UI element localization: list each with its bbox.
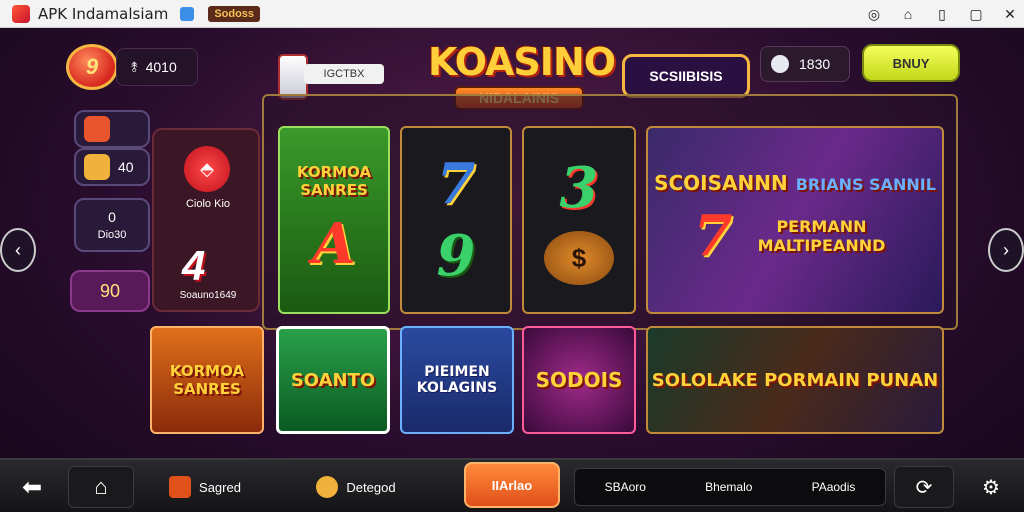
buy-button[interactable]: BNUY	[862, 44, 960, 82]
tile-7-title: PIEIMEN KOLAGINS	[416, 364, 498, 396]
promo-widget-3[interactable]: 0 Dio30	[74, 198, 150, 252]
percent-icon	[84, 116, 110, 142]
nav-item-sagred-label: Sagred	[199, 479, 241, 495]
back-arrow-icon[interactable]: ⬅	[10, 466, 54, 508]
game-tile-7[interactable]: PIEIMEN KOLAGINS	[400, 326, 514, 434]
balance-value: 4010	[145, 59, 177, 75]
jackpot-display[interactable]: SCSIIBISIS	[622, 54, 750, 98]
level-badge[interactable]: 9	[66, 44, 118, 90]
nav-item-detegod[interactable]: Detegod	[296, 466, 416, 508]
level-button[interactable]: 90	[70, 270, 150, 312]
refresh-icon[interactable]: ⟳	[894, 466, 954, 508]
home-icon[interactable]: ⌂	[68, 466, 134, 508]
game-tile-1[interactable]: KORMOA SANRES A	[278, 126, 390, 314]
game-tile-4-featured[interactable]: SCOISANNN BRIANS SANNIL 7 PERMANN MALTIP…	[646, 126, 944, 314]
app-logo-icon	[12, 4, 30, 23]
nav-item-detegod-label: Detegod	[346, 479, 396, 495]
tile-9-title: SOLOLAKE PORMAIN PUNAN	[651, 369, 939, 391]
mascot-icon	[316, 476, 339, 498]
gift-box-icon: ⬘	[184, 146, 230, 192]
gift-label: Ciolo Kio	[185, 198, 231, 210]
bottom-nav: ⬅ ⌂ Sagred Detegod IIArlao SBAoro Bhemal…	[0, 458, 1024, 512]
ticket-icon	[84, 154, 110, 180]
arrow-left-icon[interactable]: ‹	[0, 228, 36, 272]
trophy-icon	[169, 476, 192, 498]
chest-label[interactable]: IGCTBX	[304, 64, 384, 84]
tile-4-subtitle: BRIANS SANNIL	[795, 175, 936, 194]
tile-3-symbol-top: 3	[559, 155, 599, 221]
nav-group: SBAoro Bhemalo PAaodis	[574, 468, 886, 506]
restore-icon[interactable]: ▢	[968, 6, 984, 22]
nav-group-item-3[interactable]: PAaodis	[812, 480, 856, 494]
game-tile-9-featured[interactable]: SOLOLAKE PORMAIN PUNAN	[646, 326, 944, 434]
phone-icon[interactable]: ▯	[934, 6, 950, 22]
gem-balance[interactable]: 1830	[760, 46, 850, 82]
nav-item-active[interactable]: IIArlao	[464, 462, 560, 508]
game-tile-8[interactable]: SODOIS	[522, 326, 636, 434]
nav-item-sagred[interactable]: Sagred	[150, 466, 260, 508]
settings-icon[interactable]: ⚙	[964, 466, 1018, 508]
tile-4-title: SCOISANNN	[654, 171, 788, 195]
promo-widget-2[interactable]: 40	[74, 148, 150, 186]
gift-footer: Soauno1649	[179, 290, 237, 301]
tile-4-caption: PERMANN MALTIPEANND	[757, 217, 886, 255]
game-tile-3[interactable]: 3 $	[522, 126, 636, 314]
window-titlebar: APK Indamalsiam Sodoss ◎ ⌂ ▯ ▢ ✕	[0, 0, 1024, 28]
gift-panel[interactable]: ⬘ Ciolo Kio 4 Soauno1649	[152, 128, 260, 312]
home-icon[interactable]: ⌂	[900, 6, 916, 22]
tile-5-title: KORMOA SANRES	[169, 362, 245, 398]
nav-group-item-2[interactable]: Bhemalo	[705, 480, 752, 494]
gem-icon	[771, 55, 789, 73]
tile-3-symbol-bottom: $	[544, 231, 614, 285]
gift-number: 4	[182, 242, 206, 289]
promo-widget-1[interactable]	[74, 110, 150, 148]
tile-1-symbol: A	[312, 211, 356, 277]
coin-icon: ⥉	[131, 58, 138, 75]
game-tile-5[interactable]: KORMOA SANRES	[150, 326, 264, 434]
window-title: APK Indamalsiam	[38, 4, 169, 23]
arrow-right-icon[interactable]: ›	[988, 228, 1024, 272]
tile-2-symbol-bottom: 9	[436, 223, 476, 289]
game-logo-title: KOASINO	[428, 40, 616, 84]
widget-3-label: Dio30	[97, 229, 127, 241]
game-tile-6[interactable]: SOANTO	[276, 326, 390, 434]
game-tile-2[interactable]: 7 9	[400, 126, 512, 314]
gem-value: 1830	[799, 56, 831, 72]
widget-3-value: 0	[108, 209, 116, 225]
tile-8-title: SODOIS	[535, 368, 623, 392]
tile-2-symbol-top: 7	[436, 151, 476, 217]
tile-4-symbol: 7	[693, 203, 733, 269]
nav-group-item-1[interactable]: SBAoro	[605, 480, 646, 494]
wifi-icon[interactable]: ◎	[866, 6, 882, 22]
balance-display[interactable]: ⥉ 4010	[116, 48, 198, 86]
tile-6-title: SOANTO	[290, 369, 376, 391]
widget-2-value: 40	[118, 159, 134, 175]
tile-1-title: KORMOA SANRES	[296, 163, 372, 199]
window-tag[interactable]: Sodoss	[208, 5, 261, 22]
close-icon[interactable]: ✕	[1002, 6, 1018, 22]
pin-icon[interactable]	[180, 6, 195, 21]
